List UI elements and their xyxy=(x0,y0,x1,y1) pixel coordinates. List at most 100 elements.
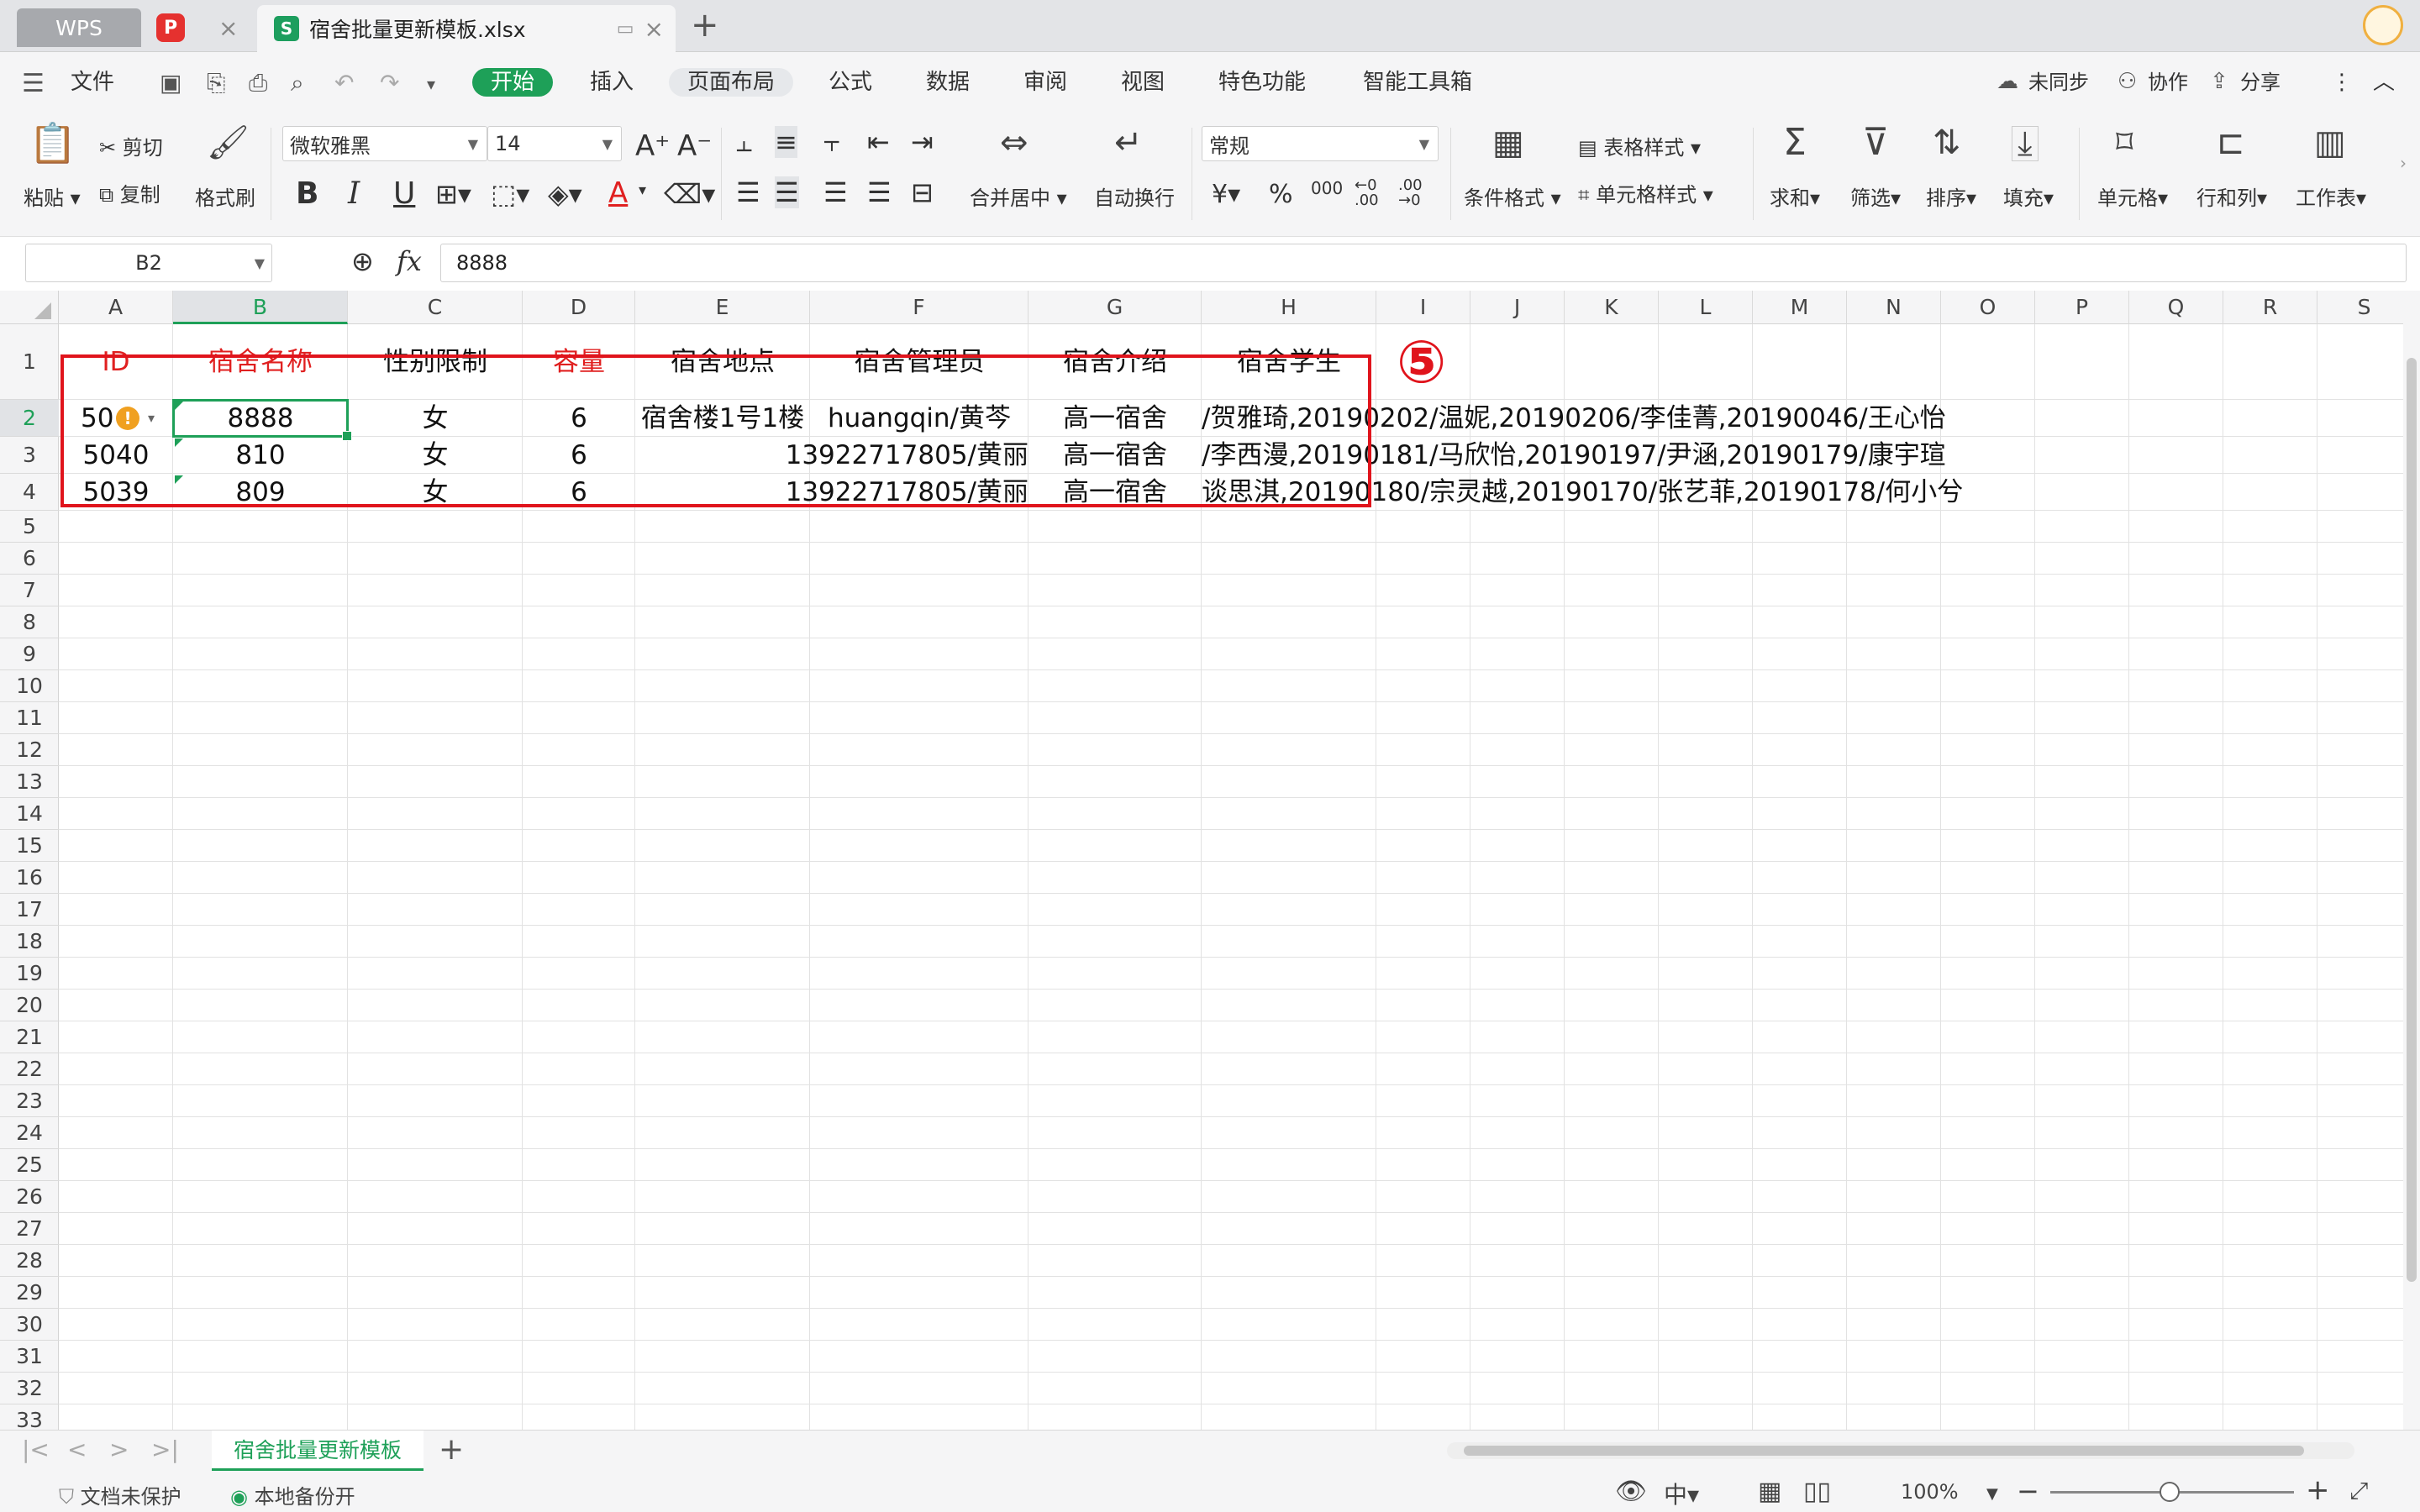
column-header-j[interactable]: J xyxy=(1470,291,1565,324)
monitor-icon[interactable]: ▭ xyxy=(617,18,634,39)
name-box[interactable]: B2 ▼ xyxy=(25,244,272,282)
sort-button[interactable]: 排序▾ xyxy=(1926,181,1976,211)
input-method-icon[interactable]: 中▾ xyxy=(1664,1477,1699,1510)
worksheet-button[interactable]: 工作表▾ xyxy=(2296,181,2366,211)
tab-file-close-icon[interactable]: × xyxy=(644,15,664,43)
protect-status[interactable]: ⛉ 文档未保护 xyxy=(59,1480,182,1509)
menu-file[interactable]: 文件 xyxy=(71,68,114,97)
currency-button[interactable]: ¥▾ xyxy=(1212,180,1240,209)
row-header-24[interactable]: 24 xyxy=(0,1117,59,1149)
cell-fill-style-icon[interactable]: ⬚▾ xyxy=(491,178,529,210)
row-header-9[interactable]: 9 xyxy=(0,638,59,670)
row-header-25[interactable]: 25 xyxy=(0,1149,59,1181)
row-header-18[interactable]: 18 xyxy=(0,926,59,958)
row-header-15[interactable]: 15 xyxy=(0,830,59,862)
indent-decrease-icon[interactable]: ⇤ xyxy=(867,126,890,158)
font-color-dropdown-icon[interactable]: ▾ xyxy=(639,181,646,199)
italic-button[interactable]: I xyxy=(348,176,360,211)
row-header-27[interactable]: 27 xyxy=(0,1213,59,1245)
zoom-in-button[interactable]: + xyxy=(2306,1473,2330,1507)
row-header-32[interactable]: 32 xyxy=(0,1373,59,1404)
filter-icon[interactable]: ⊽ xyxy=(1862,124,1889,161)
first-sheet-icon[interactable]: |< xyxy=(22,1436,50,1463)
row-header-29[interactable]: 29 xyxy=(0,1277,59,1309)
align-bottom-icon[interactable]: ⫟ xyxy=(823,126,839,159)
row-header-11[interactable]: 11 xyxy=(0,702,59,734)
row-header-17[interactable]: 17 xyxy=(0,894,59,926)
quick-access-dropdown-icon[interactable]: ▾ xyxy=(427,74,435,94)
row-header-6[interactable]: 6 xyxy=(0,543,59,575)
indent-increase-icon[interactable]: ⇥ xyxy=(911,126,934,158)
column-header-a[interactable]: A xyxy=(59,291,173,324)
cut-button[interactable]: ✂ 剪切 xyxy=(99,131,163,160)
last-sheet-icon[interactable]: >| xyxy=(151,1436,179,1463)
hamburger-icon[interactable]: ☰ xyxy=(22,69,45,98)
format-painter-button[interactable]: 格式刷 xyxy=(195,181,255,211)
backup-status[interactable]: ◉ 本地备份开 xyxy=(230,1480,355,1509)
font-size-select[interactable]: 14 ▼ xyxy=(487,126,622,161)
cell-icon[interactable]: ⌑ xyxy=(2116,126,2133,160)
decrease-decimal-button[interactable]: .00 →0 xyxy=(1398,178,1435,208)
user-avatar[interactable] xyxy=(2363,5,2403,45)
sync-status[interactable]: 未同步 xyxy=(2028,68,2089,97)
fx-button[interactable]: fx xyxy=(397,245,422,277)
font-color-icon[interactable]: A xyxy=(608,176,628,210)
column-header-r[interactable]: R xyxy=(2223,291,2317,324)
row-header-21[interactable]: 21 xyxy=(0,1021,59,1053)
row-header-5[interactable]: 5 xyxy=(0,511,59,543)
row-header-30[interactable]: 30 xyxy=(0,1309,59,1341)
horizontal-scrollbar[interactable] xyxy=(1447,1442,2354,1459)
row-header-22[interactable]: 22 xyxy=(0,1053,59,1085)
column-header-o[interactable]: O xyxy=(1941,291,2035,324)
save-icon[interactable]: ▣ xyxy=(160,69,182,97)
align-center-icon[interactable]: ☰ xyxy=(775,176,799,208)
tab-pdf-close-icon[interactable]: × xyxy=(218,14,238,42)
more-options-icon[interactable]: ⋮ xyxy=(2331,68,2353,97)
row-header-31[interactable]: 31 xyxy=(0,1341,59,1373)
fill-icon[interactable]: ⤓ xyxy=(2012,126,2039,161)
row-header-3[interactable]: 3 xyxy=(0,437,59,474)
justify-icon[interactable]: ☰ xyxy=(867,176,892,208)
row-header-28[interactable]: 28 xyxy=(0,1245,59,1277)
wrap-text-button[interactable]: 自动换行 xyxy=(1094,181,1175,211)
row-header-13[interactable]: 13 xyxy=(0,766,59,798)
column-header-f[interactable]: F xyxy=(810,291,1028,324)
menu-tab-smart-toolbox[interactable]: 智能工具箱 xyxy=(1363,68,1472,97)
column-header-s[interactable]: S xyxy=(2317,291,2403,324)
sheet-tab-active[interactable]: 宿舍批量更新模板 xyxy=(212,1431,424,1471)
tab-pdf[interactable]: P × xyxy=(145,8,254,47)
table-style-button[interactable]: ▤ 表格样式 ▾ xyxy=(1578,131,1701,160)
print-icon[interactable]: ⎙ xyxy=(249,69,267,97)
sum-button[interactable]: 求和▾ xyxy=(1770,181,1820,211)
zoom-slider-knob[interactable] xyxy=(2160,1482,2180,1502)
fill-color-icon[interactable]: ◈▾ xyxy=(548,178,582,210)
align-left-icon[interactable]: ☰ xyxy=(736,176,760,208)
cell-area[interactable]: ID 宿舍名称 性别限制 容量 宿舍地点 宿舍管理员 宿舍介绍 宿舍学生 50 8888 女 6 宿舍楼… xyxy=(59,324,2403,1430)
sort-icon[interactable]: ⇅ xyxy=(1933,126,1961,160)
select-all-corner[interactable] xyxy=(0,291,59,324)
column-header-e[interactable]: E xyxy=(635,291,810,324)
menu-tab-page-layout[interactable]: 页面布局 xyxy=(669,68,794,97)
align-top-icon[interactable]: ⫠ xyxy=(736,126,752,159)
row-header-8[interactable]: 8 xyxy=(0,606,59,638)
menu-tab-view[interactable]: 视图 xyxy=(1121,68,1165,97)
row-header-20[interactable]: 20 xyxy=(0,990,59,1021)
column-header-n[interactable]: N xyxy=(1847,291,1941,324)
print-preview-icon[interactable]: ⌕ xyxy=(291,69,304,97)
cell-button[interactable]: 单元格▾ xyxy=(2097,181,2168,211)
zoom-search-icon[interactable]: ⊕ xyxy=(351,245,374,277)
conditional-format-icon[interactable]: ▦ xyxy=(1492,126,1524,160)
row-header-14[interactable]: 14 xyxy=(0,798,59,830)
export-icon[interactable]: ⎘ xyxy=(207,69,225,97)
menu-tab-home[interactable]: 开始 xyxy=(472,68,554,97)
fill-button[interactable]: 填充▾ xyxy=(2003,181,2054,211)
worksheet-icon[interactable]: ▥ xyxy=(2314,126,2346,160)
column-header-c[interactable]: C xyxy=(348,291,523,324)
row-header-12[interactable]: 12 xyxy=(0,734,59,766)
collab-button[interactable]: 协作 xyxy=(2148,68,2188,97)
paste-button[interactable]: 粘贴 ▾ xyxy=(24,181,81,211)
zoom-out-button[interactable]: − xyxy=(2017,1475,2039,1507)
menu-tab-formula[interactable]: 公式 xyxy=(829,68,872,97)
row-header-19[interactable]: 19 xyxy=(0,958,59,990)
new-tab-button[interactable]: + xyxy=(691,7,719,44)
